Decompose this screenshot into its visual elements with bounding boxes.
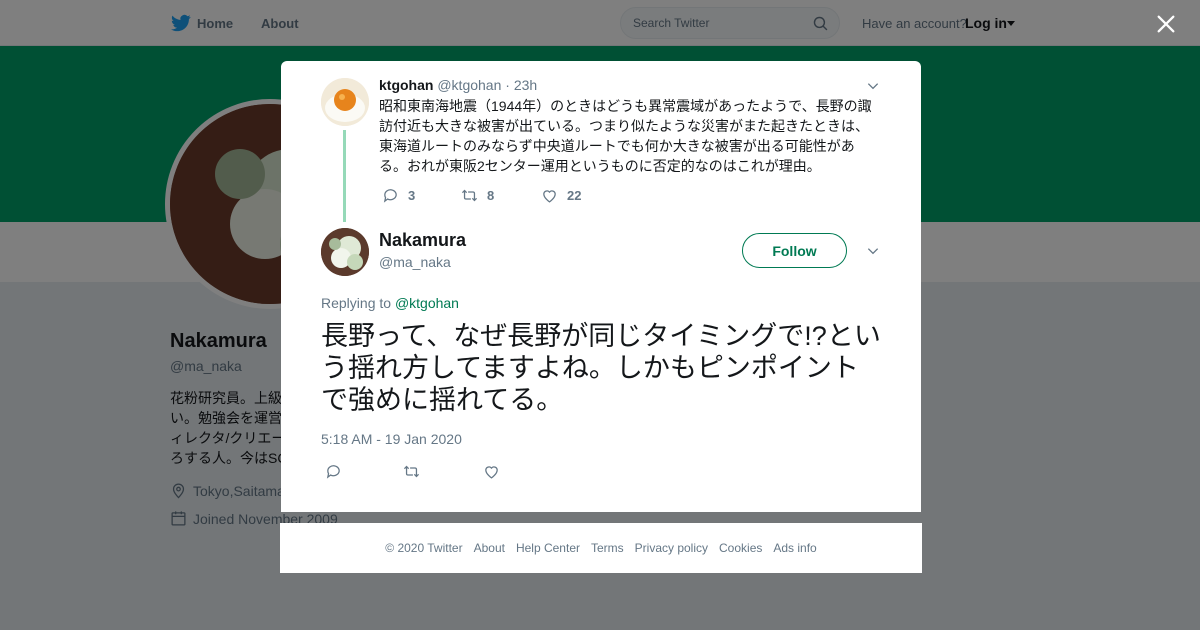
retweet-count: 8	[487, 188, 495, 203]
parent-tweet-text: 昭和東南海地震（1944年）のときはどうも異常震域があったようで、長野の諏訪付近…	[379, 98, 872, 174]
separator-dot: ·	[505, 77, 510, 93]
reply-button[interactable]	[325, 463, 342, 480]
footer-ads-link[interactable]: Ads info	[773, 541, 816, 555]
footer-cookies-link[interactable]: Cookies	[719, 541, 762, 555]
heart-icon	[485, 466, 498, 479]
like-button[interactable]: 22	[541, 187, 581, 204]
heart-icon	[543, 190, 556, 203]
replying-prefix: Replying to	[321, 295, 392, 311]
author-name[interactable]: Nakamura	[379, 230, 466, 251]
like-count: 22	[567, 188, 582, 203]
retweet-button[interactable]: 8	[461, 187, 494, 204]
footer-about-link[interactable]: About	[474, 541, 505, 555]
tweet-timestamp[interactable]: 5:18 AM - 19 Jan 2020	[321, 431, 462, 447]
footer-terms-link[interactable]: Terms	[591, 541, 624, 555]
retweet-icon	[403, 465, 420, 478]
tweet-text: 長野って、なぜ長野が同じタイミングで!?という揺れ方してますよね。しかもピンポイ…	[321, 321, 881, 415]
close-icon[interactable]	[1155, 13, 1177, 35]
avatar[interactable]	[321, 228, 369, 276]
reply-button[interactable]: 3	[382, 187, 415, 204]
footer-copyright: © 2020 Twitter	[385, 541, 463, 555]
reply-count: 3	[408, 188, 416, 203]
reply-icon	[326, 465, 340, 479]
footer: © 2020 Twitter About Help Center Terms P…	[280, 523, 922, 573]
parent-tweet-header: ktgohan @ktgohan · 23h	[379, 77, 537, 93]
chevron-down-icon[interactable]	[866, 244, 880, 258]
footer-privacy-link[interactable]: Privacy policy	[635, 541, 708, 555]
like-button[interactable]	[483, 463, 500, 480]
replying-to: Replying to @ktgohan	[321, 295, 459, 311]
chevron-down-icon[interactable]	[866, 79, 880, 93]
reply-icon	[383, 189, 397, 203]
thread-line	[343, 130, 346, 222]
tweet-modal: ktgohan @ktgohan · 23h 昭和東南海地震（1944年）のとき…	[281, 61, 921, 512]
replying-to-link[interactable]: @ktgohan	[395, 295, 459, 311]
footer-help-link[interactable]: Help Center	[516, 541, 580, 555]
retweet-icon	[461, 189, 478, 202]
follow-button[interactable]: Follow	[742, 233, 847, 268]
author-handle[interactable]: @ma_naka	[379, 254, 451, 270]
parent-author-name[interactable]: ktgohan	[379, 77, 433, 93]
parent-author-handle[interactable]: @ktgohan	[437, 77, 501, 93]
parent-tweet-time[interactable]: 23h	[514, 77, 537, 93]
retweet-button[interactable]	[403, 463, 420, 480]
avatar[interactable]	[321, 78, 369, 126]
